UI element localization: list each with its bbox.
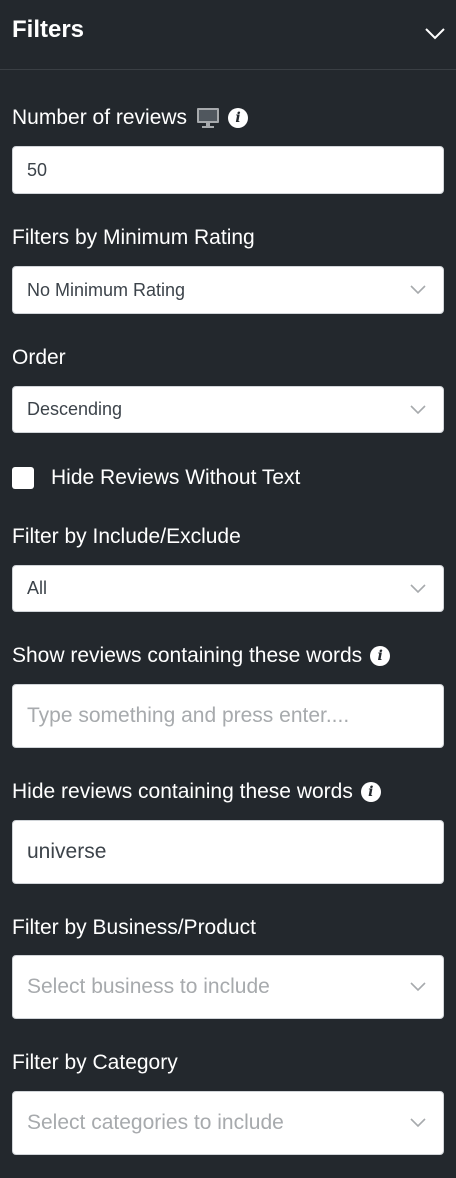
chevron-down-icon[interactable]: [424, 22, 446, 44]
min-rating-label: Filters by Minimum Rating: [12, 226, 255, 249]
hide-words-tag: universe: [27, 840, 107, 863]
category-placeholder: Select categories to include: [27, 1111, 284, 1134]
hide-without-text-row[interactable]: Hide Reviews Without Text: [12, 465, 300, 491]
include-exclude-selected: All: [27, 578, 48, 598]
include-exclude-label: Filter by Include/Exclude: [12, 525, 241, 548]
business-placeholder: Select business to include: [27, 975, 270, 998]
number-of-reviews-label: Number of reviews i: [12, 106, 249, 130]
show-words-placeholder: Type something and press enter....: [27, 704, 350, 727]
number-of-reviews-value: 50: [27, 159, 48, 180]
hide-without-text-checkbox[interactable]: [12, 467, 34, 489]
filters-panel: Filters Number of reviews i 50 Filters b…: [0, 0, 456, 1178]
info-icon[interactable]: i: [370, 646, 391, 666]
category-label: Filter by Category: [12, 1051, 178, 1074]
filters-header[interactable]: Filters: [0, 0, 456, 70]
chevron-down-icon: [410, 982, 426, 992]
info-icon[interactable]: i: [228, 108, 249, 128]
chevron-down-icon: [410, 404, 426, 414]
number-of-reviews-input[interactable]: 50: [12, 146, 444, 194]
order-select[interactable]: Descending: [12, 386, 444, 433]
show-words-label-text: Show reviews containing these words: [12, 644, 363, 667]
hide-words-label: Hide reviews containing these words i: [12, 780, 381, 804]
min-rating-select[interactable]: No Minimum Rating: [12, 266, 444, 314]
show-words-input[interactable]: Type something and press enter....: [12, 684, 444, 748]
order-selected: Descending: [27, 399, 123, 419]
hide-words-label-text: Hide reviews containing these words: [12, 780, 353, 803]
show-words-label: Show reviews containing these words i: [12, 644, 391, 668]
hide-words-input[interactable]: universe: [12, 820, 444, 884]
chevron-down-icon: [410, 1118, 426, 1128]
chevron-down-icon: [410, 583, 426, 593]
filters-title: Filters: [12, 16, 85, 43]
chevron-down-icon: [410, 285, 426, 295]
info-icon[interactable]: i: [360, 782, 381, 802]
hide-without-text-label[interactable]: Hide Reviews Without Text: [51, 466, 300, 490]
monitor-icon: [197, 108, 220, 128]
min-rating-selected: No Minimum Rating: [27, 279, 186, 300]
number-of-reviews-label-text: Number of reviews: [12, 106, 188, 129]
business-select[interactable]: Select business to include: [12, 955, 444, 1019]
include-exclude-select[interactable]: All: [12, 565, 444, 612]
category-select[interactable]: Select categories to include: [12, 1091, 444, 1155]
order-label: Order: [12, 346, 66, 369]
business-label: Filter by Business/Product: [12, 916, 256, 939]
